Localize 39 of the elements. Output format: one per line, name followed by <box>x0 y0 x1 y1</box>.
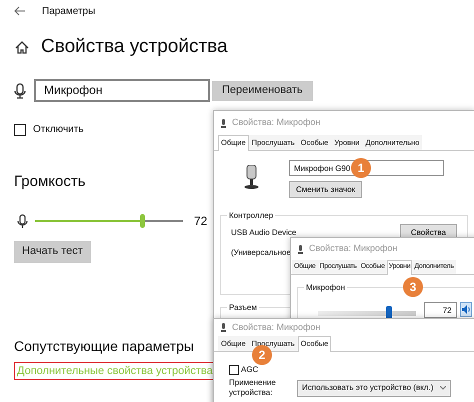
speaker-button[interactable] <box>460 302 472 317</box>
dialog-title: Свойства: Микрофон <box>232 116 320 130</box>
volume-heading: Громкость <box>14 173 86 190</box>
checkbox-label: AGC <box>241 364 258 376</box>
microphone-icon <box>244 165 259 190</box>
checkbox-label: Отключить <box>33 123 84 137</box>
group-heading: Микрофон <box>304 282 347 294</box>
agc-checkbox[interactable] <box>229 365 239 376</box>
group-heading: Контроллер <box>227 210 276 222</box>
microphone-icon <box>14 82 26 98</box>
change-icon-button[interactable]: Сменить значок <box>289 181 362 198</box>
slider-thumb[interactable] <box>386 306 392 318</box>
rename-button[interactable]: Переименовать <box>212 80 313 100</box>
device-label: USB Audio Device <box>231 226 296 239</box>
select-value: Использовать это устройство (вкл.) <box>302 382 434 394</box>
slider-thumb[interactable] <box>140 214 145 228</box>
page-title: Свойства устройства <box>41 35 228 59</box>
microphone-icon <box>297 244 304 254</box>
speaker-icon <box>462 305 470 314</box>
device-name-field[interactable]: Микрофон <box>34 79 210 102</box>
related-heading: Сопутствующие параметры <box>14 338 194 354</box>
caret-icon <box>440 386 446 390</box>
back-icon <box>14 6 26 16</box>
volume-slider[interactable] <box>35 214 183 228</box>
level-slider[interactable] <box>318 304 416 316</box>
microphone-icon <box>17 214 28 228</box>
level-field[interactable]: 72 <box>424 302 457 318</box>
dialog-title: Свойства: Микрофон <box>309 242 398 256</box>
volume-value: 72 <box>194 212 208 230</box>
usage-label: Применение устройства: <box>229 378 277 398</box>
home-icon <box>15 40 29 54</box>
microphone-icon <box>220 323 227 332</box>
start-test-button[interactable]: Начать тест <box>14 240 91 262</box>
dialog-title: Свойства: Микрофон <box>232 320 320 334</box>
microphone-icon <box>220 118 227 128</box>
driver-label: (Универсальное <box>231 248 291 258</box>
window-title: Параметры <box>42 4 96 18</box>
disable-checkbox[interactable] <box>14 124 26 136</box>
usage-select[interactable]: Использовать это устройство (вкл.) <box>297 380 451 397</box>
